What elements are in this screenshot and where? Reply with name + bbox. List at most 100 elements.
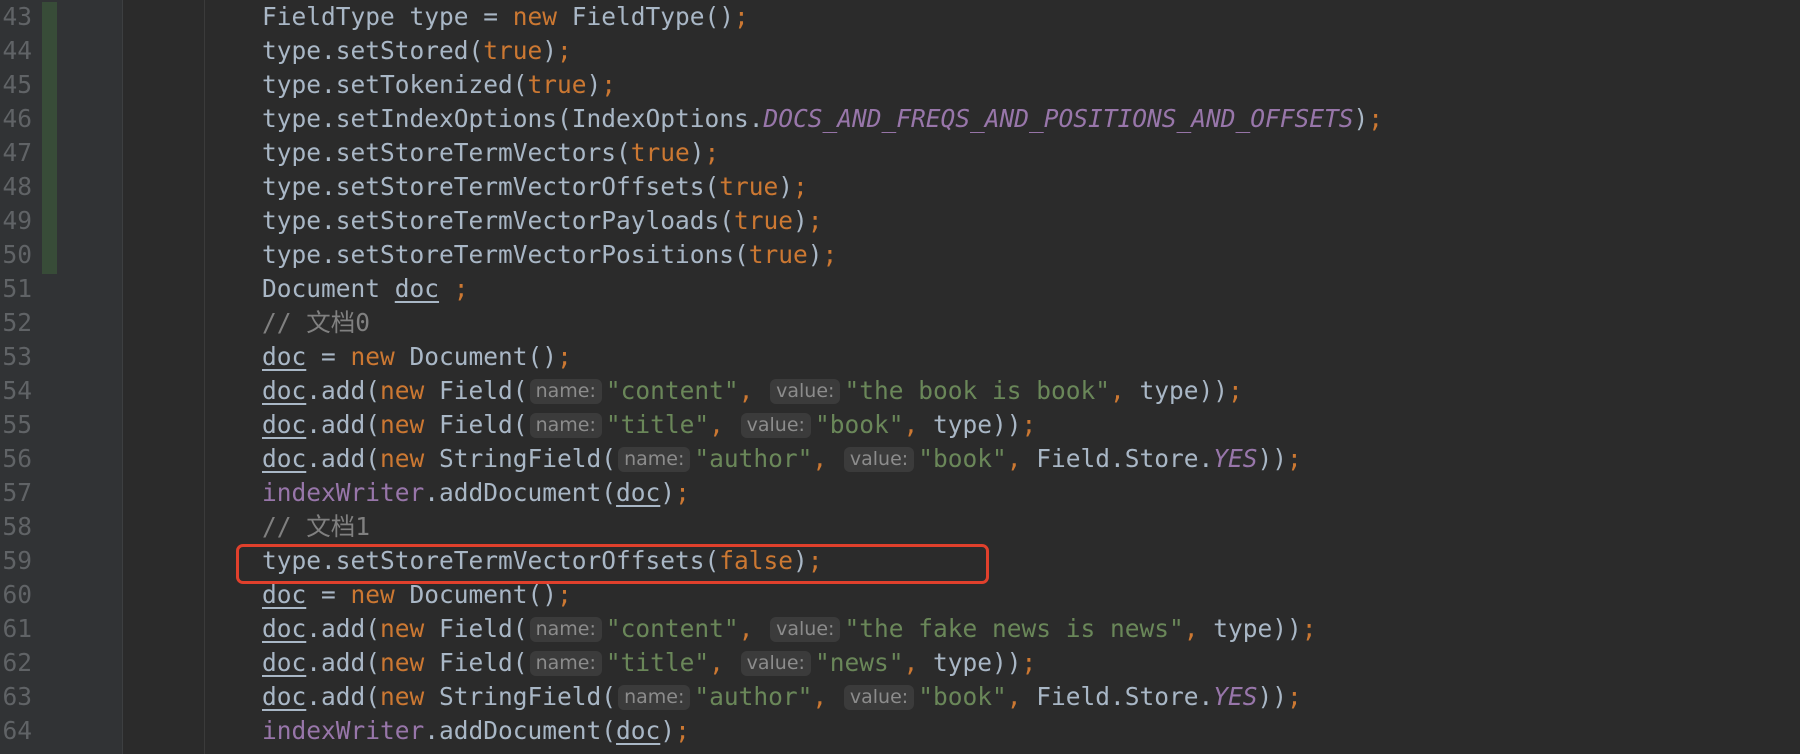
- code-token: .add(: [306, 614, 381, 643]
- code-line[interactable]: 47 type.setStoreTermVectors(true);: [0, 136, 1800, 170]
- code-text[interactable]: doc.add(new StringField(name: "author", v…: [262, 680, 1302, 714]
- code-text[interactable]: type.setTokenized(true);: [262, 68, 616, 102]
- line-number: 45: [2, 70, 32, 99]
- code-token: type.setStoreTermVectorPayloads(: [262, 206, 735, 235]
- code-text[interactable]: indexWriter.addDocument(doc);: [262, 476, 690, 510]
- line-number: 53: [2, 342, 32, 371]
- code-text[interactable]: doc.add(new Field(name: "content", value:…: [262, 612, 1317, 646]
- code-line[interactable]: 49 type.setStoreTermVectorPayloads(true);: [0, 204, 1800, 238]
- code-line[interactable]: 44 type.setStored(true);: [0, 34, 1800, 68]
- line-number: 43: [2, 2, 32, 31]
- keyword: new: [380, 410, 425, 439]
- line-number: 64: [2, 716, 32, 745]
- variable-ref: doc: [262, 682, 307, 711]
- code-token: type)): [932, 410, 1022, 439]
- parameter-hint: name:: [529, 379, 602, 404]
- code-text[interactable]: type.setStoreTermVectorOffsets(true);: [262, 170, 808, 204]
- keyword: new: [380, 614, 425, 643]
- variable-ref: doc: [262, 410, 307, 439]
- code-token: Document: [262, 274, 395, 303]
- keyword: ,: [1006, 682, 1037, 711]
- string-literal: "book": [814, 410, 904, 439]
- code-text[interactable]: doc = new Document();: [262, 340, 572, 374]
- keyword: ;: [793, 172, 808, 201]
- keyword: ;: [1368, 104, 1384, 133]
- keyword: ,: [812, 682, 842, 711]
- keyword: ,: [903, 648, 933, 677]
- code-text[interactable]: type.setStoreTermVectorPayloads(true);: [262, 204, 823, 238]
- code-line[interactable]: 52 // 文档0: [0, 306, 1800, 340]
- constant: YES: [1213, 682, 1258, 711]
- code-line[interactable]: 61 doc.add(new Field(name: "content", valu…: [0, 612, 1800, 646]
- keyword: ,: [903, 410, 933, 439]
- parameter-hint: value:: [843, 685, 915, 710]
- code-line[interactable]: 43 FieldType type = new FieldType();: [0, 0, 1800, 34]
- keyword: ;: [822, 240, 838, 269]
- variable-ref: doc: [616, 478, 661, 507]
- code-token: Document(): [394, 342, 558, 371]
- parameter-hint: value:: [740, 413, 811, 438]
- parameter-hint: name:: [618, 685, 691, 710]
- highlight-annotation-box: [236, 544, 989, 584]
- code-text[interactable]: doc.add(new StringField(name: "author", v…: [262, 442, 1302, 476]
- variable-ref: doc: [394, 274, 440, 303]
- comment: // 文档1: [262, 512, 371, 541]
- keyword: ;: [807, 206, 823, 235]
- code-line[interactable]: 55 doc.add(new Field(name: "title", value:…: [0, 408, 1800, 442]
- code-token: Field(: [424, 648, 528, 677]
- code-line[interactable]: 48 type.setStoreTermVectorOffsets(true);: [0, 170, 1800, 204]
- keyword: ;: [1021, 648, 1037, 677]
- code-line[interactable]: 64 indexWriter.addDocument(doc);: [0, 714, 1800, 748]
- code-token: type.setIndexOptions(IndexOptions.: [262, 104, 764, 133]
- field-ref: indexWriter: [262, 478, 425, 507]
- code-token: type.setStoreTermVectorOffsets(: [262, 172, 720, 201]
- code-text[interactable]: // 文档0: [262, 306, 370, 340]
- code-line[interactable]: 54 doc.add(new Field(name: "content", valu…: [0, 374, 1800, 408]
- string-literal: "the book is book": [844, 376, 1110, 405]
- code-text[interactable]: doc.add(new Field(name: "content", value:…: [262, 374, 1243, 408]
- code-text[interactable]: doc.add(new Field(name: "title", value: "n…: [262, 646, 1036, 680]
- code-line[interactable]: 50 type.setStoreTermVectorPositions(true)…: [0, 238, 1800, 272]
- code-line[interactable]: 63 doc.add(new StringField(name: "author",…: [0, 680, 1800, 714]
- code-token: Field.Store.: [1036, 444, 1214, 473]
- code-line[interactable]: 56 doc.add(new StringField(name: "author",…: [0, 442, 1800, 476]
- code-text[interactable]: Document doc ;: [262, 272, 469, 306]
- code-token: .add(: [306, 648, 381, 677]
- variable-ref: doc: [262, 376, 307, 405]
- code-text[interactable]: FieldType type = new FieldType();: [262, 0, 749, 34]
- code-line[interactable]: 62 doc.add(new Field(name: "title", value:…: [0, 646, 1800, 680]
- code-editor[interactable]: 43 FieldType type = new FieldType(); 44 typ…: [0, 0, 1800, 754]
- keyword: true: [630, 138, 690, 167]
- code-text[interactable]: type.setStoreTermVectorPositions(true);: [262, 238, 837, 272]
- code-token: type)): [1213, 614, 1302, 643]
- code-line[interactable]: 57 indexWriter.addDocument(doc);: [0, 476, 1800, 510]
- line-number: 58: [2, 512, 32, 541]
- code-line[interactable]: 46 type.setIndexOptions(IndexOptions.DOCS…: [0, 102, 1800, 136]
- keyword: ,: [1183, 614, 1214, 643]
- code-line[interactable]: 45 type.setTokenized(true);: [0, 68, 1800, 102]
- keyword: ,: [709, 410, 739, 439]
- code-token: ): [542, 36, 558, 65]
- line-number: 47: [2, 138, 32, 167]
- code-token: type.setTokenized(: [262, 70, 528, 99]
- code-text[interactable]: indexWriter.addDocument(doc);: [262, 714, 690, 748]
- code-text[interactable]: // 文档1: [262, 510, 370, 544]
- code-text[interactable]: type.setStored(true);: [262, 34, 572, 68]
- code-line[interactable]: 58 // 文档1: [0, 510, 1800, 544]
- constant: DOCS_AND_FREQS_AND_POSITIONS_AND_OFFSETS: [763, 104, 1354, 133]
- keyword: ,: [812, 444, 842, 473]
- keyword: ;: [675, 716, 690, 745]
- code-token: StringField(: [424, 682, 617, 711]
- string-literal: "title": [605, 648, 710, 677]
- code-text[interactable]: doc.add(new Field(name: "title", value: "b…: [262, 408, 1036, 442]
- variable-ref: doc: [262, 614, 307, 643]
- code-text[interactable]: type.setIndexOptions(IndexOptions.DOCS_A…: [262, 102, 1383, 136]
- code-line[interactable]: 51 Document doc ;: [0, 272, 1800, 306]
- code-line[interactable]: 53 doc = new Document();: [0, 340, 1800, 374]
- keyword: ;: [453, 274, 469, 303]
- line-number: 48: [2, 172, 32, 201]
- keyword: ;: [1287, 444, 1302, 473]
- code-text[interactable]: type.setStoreTermVectors(true);: [262, 136, 719, 170]
- parameter-hint: value:: [843, 447, 915, 472]
